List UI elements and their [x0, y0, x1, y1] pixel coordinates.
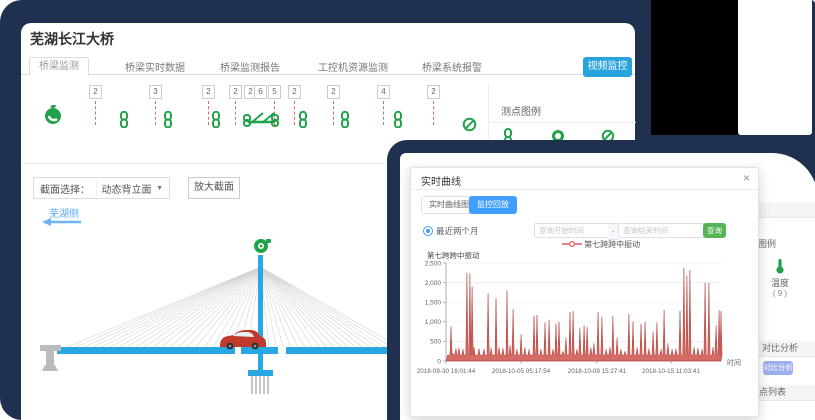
dialog-header: 实时曲线 ×	[411, 168, 758, 190]
popup-window-screen: 测点图例 温度 ( 9 ) 对比分析 对比分析 测点列表 实时曲线 × 实时曲线…	[400, 153, 815, 420]
sensor-count-badge: 5	[268, 85, 281, 99]
chart-legend[interactable]: 第七跨跨中振动	[521, 239, 681, 250]
bridge-pier-cap	[248, 370, 273, 376]
sensor-count-badge: 2	[427, 85, 440, 99]
section-select-label: 截面选择：	[34, 181, 97, 196]
sensor-count-badge: 2	[327, 85, 340, 99]
sensor-dash-line	[294, 101, 295, 125]
bridge-deck-left	[57, 347, 235, 354]
legend-marker-icon	[562, 240, 582, 248]
svg-text:0: 0	[437, 358, 441, 365]
popup-window-frame: 测点图例 温度 ( 9 ) 对比分析 对比分析 测点列表 实时曲线 × 实时曲线…	[387, 140, 815, 420]
close-icon[interactable]: ×	[743, 171, 750, 185]
sensor-count-badge: 2	[89, 85, 102, 99]
last-two-months-label: 最近两个月	[436, 225, 479, 237]
tab-5[interactable]: 桥梁系统报警	[422, 59, 482, 74]
ban-icon[interactable]	[462, 117, 477, 137]
sensor-count-badge: 3	[149, 85, 162, 99]
dialog-title: 实时曲线	[421, 173, 461, 188]
legend-panel-title: 测点图例	[501, 103, 541, 118]
sensor-dash-line	[383, 101, 384, 125]
sensor-dash-line	[155, 101, 156, 125]
zoom-section-button[interactable]: 放大截面	[188, 177, 240, 199]
dialog-tab-2[interactable]: 监控回放	[469, 196, 517, 214]
tab-4[interactable]: 工控机资源监测	[318, 59, 388, 74]
section-select-control[interactable]: 截面选择： 动态背立面 ▼	[33, 177, 170, 199]
link-icon[interactable]	[211, 111, 221, 133]
bridge-foundation	[252, 376, 268, 394]
vibration-chart[interactable]: 0 500 1,000 1,500 2,000 2,500 2018-09-30 16:01…	[414, 258, 754, 390]
camera-icon[interactable]	[254, 239, 271, 253]
svg-text:2,500: 2,500	[425, 260, 442, 267]
link-icon[interactable]	[119, 111, 129, 133]
blank-card	[738, 0, 812, 135]
composite-screenshot: 芜湖长江大桥 桥梁监测 桥梁实时数据 桥梁监测报告 工控机资源监测 桥梁系统报警 视频监…	[0, 0, 815, 420]
gauge-icon[interactable]	[43, 105, 63, 130]
bridge-abutment	[40, 345, 61, 371]
link-icon[interactable]	[340, 111, 350, 133]
svg-text:时间: 时间	[727, 358, 741, 367]
page-title: 芜湖长江大桥	[30, 29, 114, 49]
query-start-input[interactable]	[534, 223, 610, 238]
video-monitor-button[interactable]: 视频监控	[583, 57, 632, 77]
tabbar-divider	[21, 74, 635, 75]
realtime-curve-dialog: 实时曲线 × 实时曲线图监控回放 最近两个月 - 查询 第七跨跨中振动	[410, 167, 759, 417]
link-icon[interactable]	[393, 111, 403, 133]
compare-analysis-button[interactable]: 对比分析	[763, 361, 793, 375]
thermometer-icon	[775, 258, 785, 274]
sensor-count-badge: 2	[288, 85, 301, 99]
tab-3[interactable]: 桥梁监测报告	[220, 59, 280, 74]
range-separator: -	[608, 223, 618, 240]
sensor-count-badge: 2	[229, 85, 242, 99]
svg-text:2018-10-15 11:03:41: 2018-10-15 11:03:41	[642, 368, 701, 375]
temperature-label: 温度	[760, 276, 800, 289]
measure-point-legend-panel: 测点图例	[488, 83, 636, 140]
cluster-icon[interactable]	[243, 111, 279, 133]
link-icon[interactable]	[298, 111, 308, 133]
svg-text:2,000: 2,000	[425, 280, 442, 287]
temperature-count: ( 9 )	[760, 289, 800, 298]
sensor-dash-line	[235, 101, 236, 125]
black-media-region	[651, 0, 738, 135]
sensor-dash-line	[95, 101, 96, 125]
tab-2[interactable]: 桥梁实时数据	[125, 59, 185, 74]
bridge-pier	[258, 354, 263, 370]
sensor-count-badge: 6	[254, 85, 267, 99]
legend-label: 第七跨跨中振动	[584, 240, 640, 249]
temperature-item[interactable]: 温度 ( 9 )	[760, 258, 800, 298]
svg-text:2018-10-09 15:27:41: 2018-10-09 15:27:41	[568, 368, 627, 375]
query-button[interactable]: 查询	[703, 223, 726, 238]
sensor-dash-line	[333, 101, 334, 125]
svg-text:2018-09-30 16:01:44: 2018-09-30 16:01:44	[417, 368, 476, 375]
bridge-deck-mid	[241, 347, 278, 354]
svg-text:1,500: 1,500	[425, 300, 442, 307]
sensor-count-badge: 2	[202, 85, 215, 99]
last-two-months-radio[interactable]	[423, 226, 433, 236]
sensor-dash-line	[433, 101, 434, 125]
section-select-value[interactable]: 动态背立面	[97, 181, 156, 196]
sensor-count-badge: 4	[377, 85, 390, 99]
sensor-dash-line	[208, 101, 209, 125]
legend-panel-divider	[489, 122, 636, 123]
link-icon[interactable]	[163, 111, 173, 133]
svg-text:2018-10-05 05:17:54: 2018-10-05 05:17:54	[492, 368, 551, 375]
svg-text:1,000: 1,000	[425, 319, 442, 326]
query-end-input[interactable]	[618, 223, 705, 238]
bridge-cables	[67, 267, 399, 347]
svg-text:500: 500	[430, 339, 441, 346]
tab-1[interactable]: 桥梁监测	[29, 57, 89, 76]
chevron-down-icon: ▼	[156, 185, 169, 192]
